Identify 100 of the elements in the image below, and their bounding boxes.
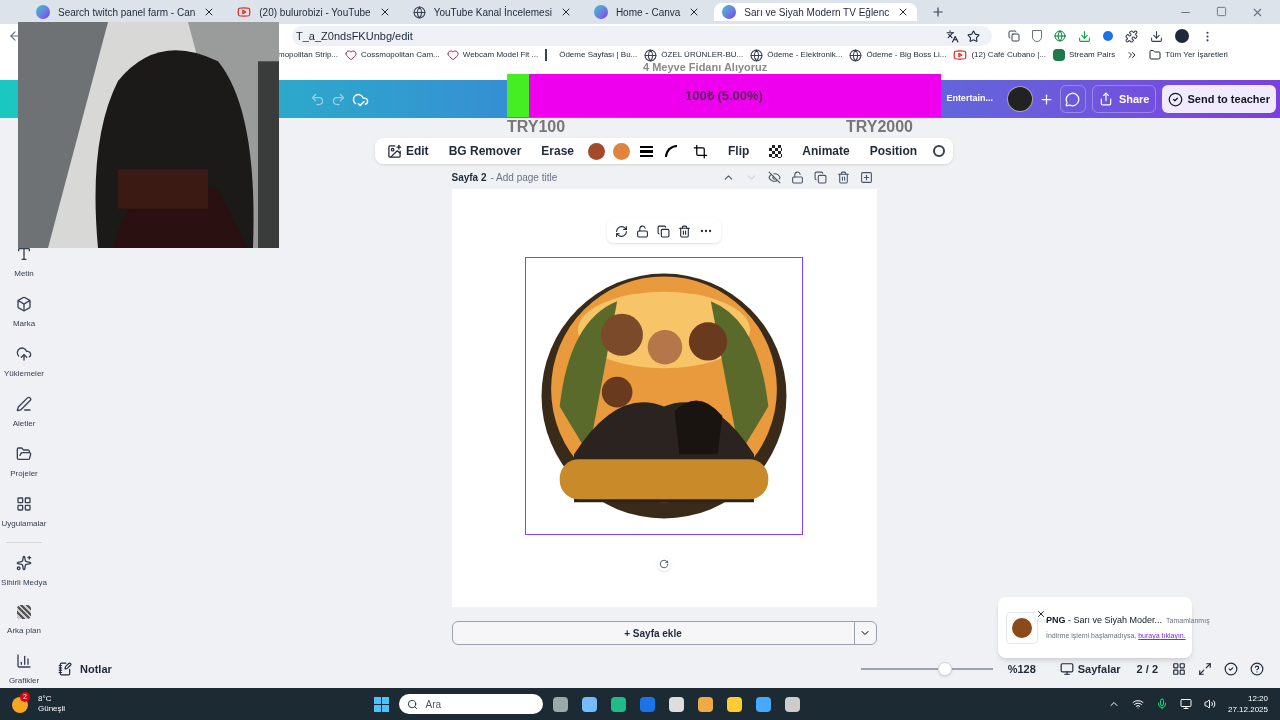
sidebar-item[interactable]: Aletler: [12, 396, 36, 430]
volume-icon[interactable]: [1203, 698, 1216, 710]
start-icon[interactable]: [373, 696, 389, 712]
toolbar-button[interactable]: BG Remover: [440, 138, 530, 164]
address-field[interactable]: T_a_Z0ndsFKUnbg/edit: [292, 26, 992, 46]
toolbar-button[interactable]: Edit: [378, 138, 437, 164]
all-bookmarks[interactable]: Tüm Yer İşaretleri: [1149, 49, 1228, 61]
new-tab-icon[interactable]: [931, 5, 946, 19]
bookmark[interactable]: Ödeme - Elektronik...: [750, 49, 843, 61]
search-field[interactable]: Ara: [398, 694, 543, 714]
network-icon[interactable]: [1131, 698, 1144, 710]
notes-icon: [58, 662, 72, 676]
taskbar-app-icon[interactable]: [726, 696, 742, 712]
design-page[interactable]: [451, 189, 877, 607]
weather-sun-icon[interactable]: [12, 697, 28, 713]
color-swatch[interactable]: [588, 142, 606, 160]
notes-button[interactable]: Notlar: [58, 660, 112, 678]
tab-title: Search twitch panel farm - Can: [58, 5, 196, 20]
search-icon: [406, 698, 418, 710]
extension-icon[interactable]: [1103, 31, 1113, 41]
toolbar-button[interactable]: Flip: [720, 138, 758, 164]
bookmark[interactable]: Cossmopolitan Cam...: [345, 49, 440, 61]
clock-date: 27.12.2025: [1227, 704, 1268, 715]
sidebar-item[interactable]: Arka plan: [7, 605, 41, 637]
extension-icon[interactable]: [1054, 30, 1066, 42]
bookmark[interactable]: Webcam Model Fit ...: [446, 49, 539, 61]
transparency-icon[interactable]: [769, 144, 783, 158]
profile-avatar[interactable]: [1175, 29, 1189, 43]
sidebar-item[interactable]: Projeler: [10, 446, 38, 480]
hide-icon[interactable]: [767, 170, 781, 184]
fullscreen-icon[interactable]: [1198, 662, 1212, 676]
taskbar-app-icon[interactable]: [610, 696, 626, 712]
corner-rounding-icon[interactable]: [665, 145, 678, 157]
file-thumbnail: [1006, 611, 1038, 644]
lock-icon[interactable]: [790, 170, 804, 184]
browser-tab[interactable]: Home - Canva: [585, 3, 709, 21]
sidebar-item[interactable]: Uygulamalar: [1, 496, 47, 530]
border-style-icon[interactable]: [640, 145, 654, 157]
bookmark[interactable]: ÖZEL ÜRÜNLER-BU...: [644, 49, 744, 61]
goal-max-label: TRY2000: [846, 118, 913, 136]
design-title[interactable]: Entertain...: [946, 92, 993, 106]
grid-view-icon[interactable]: [1172, 662, 1186, 676]
extension-icon[interactable]: [1008, 30, 1020, 42]
duplicate-icon[interactable]: [813, 170, 827, 184]
taskbar-app-icon[interactable]: [581, 696, 597, 712]
comment-button[interactable]: [1059, 85, 1086, 113]
taskbar-app-icon[interactable]: [697, 696, 713, 712]
help-icon[interactable]: [1250, 662, 1264, 676]
browser-tab[interactable]: Search twitch panel farm - Can: [28, 3, 224, 21]
sidebar-item[interactable]: Sihirli Medya: [1, 555, 47, 589]
color-swatch[interactable]: [613, 142, 631, 160]
sidebar-item[interactable]: Metin: [14, 246, 34, 280]
check-circle-icon[interactable]: [1224, 662, 1238, 676]
zoom-reading[interactable]: %128: [1007, 660, 1036, 678]
globe-icon: [644, 48, 658, 62]
bookmark[interactable]: (12) Café Cubano |...: [953, 49, 1046, 61]
toolbar-button[interactable]: Position: [861, 138, 926, 164]
share-button[interactable]: Share: [1091, 85, 1157, 113]
bookmark[interactable]: Ödeme Sayfası | Bu...: [545, 49, 638, 61]
maximize-icon[interactable]: [1216, 6, 1227, 17]
taskbar-app-icon[interactable]: [755, 696, 771, 712]
toolbar-button[interactable]: Animate: [794, 138, 858, 164]
crop-icon[interactable]: [693, 143, 709, 159]
sidebar-item[interactable]: Yüklemeler: [4, 346, 44, 380]
lock-icon[interactable]: [636, 224, 649, 238]
bookmark[interactable]: Ödeme - Big Boss Li...: [849, 49, 947, 61]
play-icon: [953, 48, 968, 62]
browser-tab[interactable]: Sarı ve Siyah Modern TV Eğlenc: [714, 3, 918, 21]
delete-icon[interactable]: [836, 170, 850, 184]
taskbar-app-icon[interactable]: [668, 696, 684, 712]
taskbar-app-icon[interactable]: [784, 696, 800, 712]
add-icon[interactable]: [1038, 91, 1054, 107]
star-icon[interactable]: [967, 29, 980, 43]
sidebar-item[interactable]: Marka: [12, 296, 36, 330]
downloads-icon[interactable]: [1150, 29, 1163, 43]
download-arrow-icon[interactable]: [1078, 29, 1091, 43]
tab-title: (20) bulurobizi - YouTube: [259, 5, 371, 20]
sidebar-item[interactable]: Grafikler: [8, 653, 40, 687]
rotate-handle-icon[interactable]: [657, 557, 671, 571]
display-icon[interactable]: [1179, 698, 1192, 710]
toolbar-button[interactable]: Erase: [533, 138, 583, 164]
send-button[interactable]: Send to teacher: [1162, 85, 1276, 113]
microphone-icon[interactable]: [1155, 698, 1168, 710]
bookmark[interactable]: mopolitan Strip...: [278, 49, 339, 61]
browser-tab[interactable]: (20) bulurobizi - YouTube: [229, 3, 399, 21]
page-count: 2 / 2: [1136, 661, 1158, 677]
slider-thumb[interactable]: [938, 662, 953, 676]
page-title-field[interactable]: - Add page title: [490, 169, 558, 185]
avatar[interactable]: [1006, 86, 1033, 112]
browser-tab[interactable]: YouTube Kanal İncelemesi: [404, 3, 580, 21]
bookmark[interactable]: Stream Pairs: [1052, 49, 1116, 61]
pages-button[interactable]: Sayfalar: [1059, 660, 1121, 678]
duplicate-icon[interactable]: [657, 224, 670, 238]
refresh-icon[interactable]: [615, 224, 628, 238]
close-icon[interactable]: [1034, 607, 1048, 621]
add-page-icon[interactable]: [859, 170, 873, 184]
translate-icon[interactable]: [946, 29, 959, 43]
taskbar-app-icon[interactable]: [552, 696, 568, 712]
delete-icon[interactable]: [678, 224, 691, 238]
extensions-icon[interactable]: [1125, 29, 1138, 43]
